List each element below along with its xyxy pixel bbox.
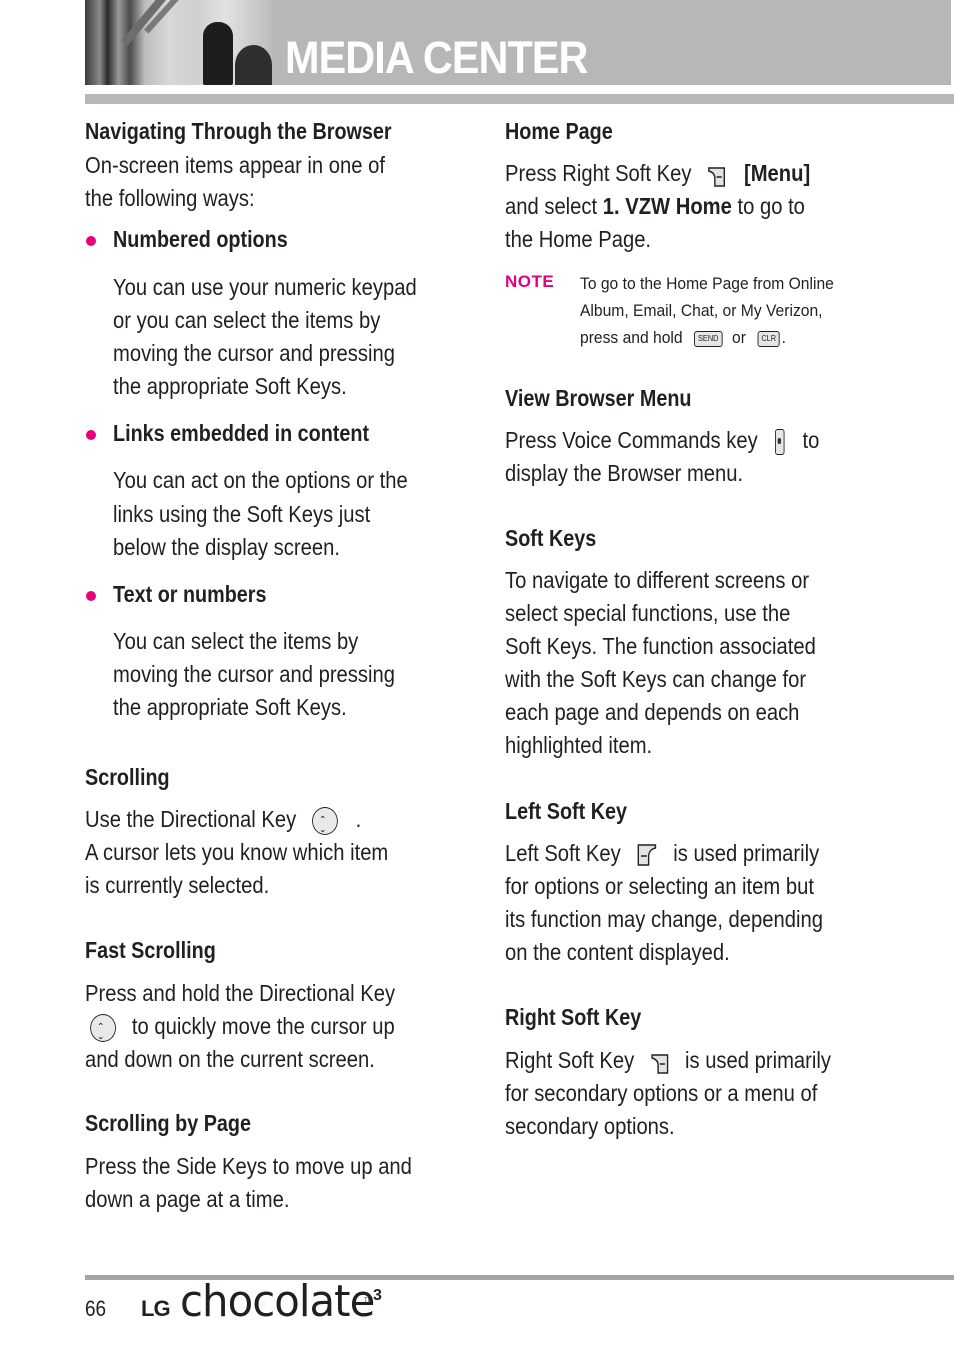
- section-heading-view-browser-menu: View Browser Menu: [505, 385, 692, 411]
- body-text: and down on the current screen.: [85, 1046, 375, 1072]
- section-heading-left-soft-key: Left Soft Key: [505, 798, 627, 824]
- body-text: Press and hold the Directional Key: [85, 980, 396, 1006]
- body-text: Press Voice Commands key to: [505, 424, 819, 457]
- body-text: Left Soft Key is used primarily: [505, 837, 819, 870]
- header-divider: [85, 94, 954, 104]
- page-number: 66: [85, 1296, 107, 1321]
- body-text: A cursor lets you know which item: [85, 839, 389, 865]
- directional-key-icon: [90, 1012, 116, 1059]
- section-heading-scrolling: Scrolling: [85, 764, 170, 790]
- note-text: Album, Email, Chat, or My Verizon,: [580, 301, 823, 320]
- bullet-icon: [86, 430, 96, 440]
- text-span: to go to: [731, 193, 805, 219]
- vzw-home-label: 1. VZW Home: [602, 193, 732, 219]
- section-heading-soft-keys: Soft Keys: [505, 525, 597, 551]
- text-span: Right Soft Key: [505, 1047, 635, 1073]
- brand-logo-lg: LG: [141, 1296, 171, 1321]
- brand-logo-chocolate: chocolate: [180, 1276, 375, 1327]
- note-text: press and hold SEND or CLR.: [580, 324, 786, 351]
- body-text: and select 1. VZW Home to go to: [505, 190, 805, 223]
- bullet-title: Links embedded in content: [113, 420, 370, 446]
- body-text: display the Browser menu.: [505, 460, 744, 486]
- section-heading-right-soft-key: Right Soft Key: [505, 1004, 642, 1030]
- body-text: the following ways:: [85, 185, 255, 211]
- bullet-icon: [86, 591, 96, 601]
- photo-plant: [235, 45, 272, 85]
- body-text: down a page at a time.: [85, 1186, 290, 1212]
- bullet-text: below the display screen.: [113, 534, 340, 560]
- body-text: on the content displayed.: [505, 939, 730, 965]
- bullet-text: You can select the items by: [113, 628, 359, 654]
- send-key-icon: SEND: [694, 330, 723, 347]
- brand-version: 3: [373, 1287, 382, 1304]
- section-heading-scrolling-by-page: Scrolling by Page: [85, 1110, 251, 1136]
- body-text: with the Soft Keys can change for: [505, 666, 807, 692]
- voice-commands-key-icon: [775, 428, 785, 455]
- bullet-icon: [86, 236, 96, 246]
- body-text: the Home Page.: [505, 226, 652, 252]
- menu-label: [Menu]: [743, 160, 811, 186]
- directional-key-icon: [312, 805, 338, 852]
- bullet-text: the appropriate Soft Keys.: [113, 373, 347, 399]
- bullet-text: You can use your numeric keypad: [113, 274, 417, 300]
- body-text: Right Soft Key is used primarily: [505, 1044, 831, 1077]
- body-text: Press Right Soft Key [Menu]: [505, 157, 810, 190]
- body-text: to quickly move the cursor up: [85, 1010, 395, 1059]
- text-span: is used primarily: [684, 1047, 831, 1073]
- bullet-text: links using the Soft Keys just: [113, 501, 371, 527]
- photo-rail: [121, 0, 167, 46]
- text-span: and select: [505, 193, 603, 219]
- body-text: is currently selected.: [85, 872, 270, 898]
- text-span: Press Voice Commands key: [505, 427, 758, 453]
- photo-person: [203, 22, 233, 85]
- clr-key-icon: CLR: [757, 330, 780, 347]
- text-span: to quickly move the cursor up: [131, 1013, 395, 1039]
- body-text: its function may change, depending: [505, 906, 823, 932]
- left-soft-key-icon: [637, 843, 658, 867]
- section-heading-fast-scrolling: Fast Scrolling: [85, 937, 216, 963]
- bullet-title: Numbered options: [113, 226, 288, 252]
- text-span: to: [802, 427, 820, 453]
- text-span: or: [732, 328, 746, 347]
- section-heading-navigating: Navigating Through the Browser: [85, 118, 392, 144]
- section-heading-home-page: Home Page: [505, 118, 613, 144]
- note-text: To go to the Home Page from Online: [580, 274, 834, 293]
- body-text: for options or selecting an item but: [505, 873, 814, 899]
- page-title: MEDIA CENTER: [285, 32, 588, 83]
- body-text: secondary options.: [505, 1113, 675, 1139]
- bullet-text: You can act on the options or the: [113, 467, 408, 493]
- body-text: for secondary options or a menu of: [505, 1080, 818, 1106]
- text-span: Use the Directional Key: [85, 806, 297, 832]
- text-span: is used primarily: [673, 840, 820, 866]
- body-text: highlighted item.: [505, 732, 653, 758]
- bullet-text: moving the cursor and pressing: [113, 661, 395, 687]
- body-text: each page and depends on each: [505, 699, 800, 725]
- bullet-text: the appropriate Soft Keys.: [113, 694, 347, 720]
- right-soft-key-icon: [650, 1051, 669, 1074]
- header-photo: [85, 0, 272, 85]
- body-text: To navigate to different screens or: [505, 567, 810, 593]
- brand-trademark: TM: [364, 1298, 373, 1304]
- body-text: On-screen items appear in one of: [85, 152, 385, 178]
- text-span: Left Soft Key: [505, 840, 621, 866]
- text-span: .: [781, 328, 786, 347]
- bullet-text: or you can select the items by: [113, 307, 381, 333]
- note-label: NOTE: [505, 272, 555, 291]
- body-text: Press the Side Keys to move up and: [85, 1153, 412, 1179]
- right-soft-key-icon: [707, 164, 726, 187]
- bullet-title: Text or numbers: [113, 581, 267, 607]
- text-span: .: [355, 806, 362, 832]
- text-span: press and hold: [580, 328, 683, 347]
- body-text: Soft Keys. The function associated: [505, 633, 816, 659]
- bullet-text: moving the cursor and pressing: [113, 340, 395, 366]
- body-text: Use the Directional Key .: [85, 803, 362, 852]
- text-span: Press Right Soft Key: [505, 160, 692, 186]
- body-text: select special functions, use the: [505, 600, 791, 626]
